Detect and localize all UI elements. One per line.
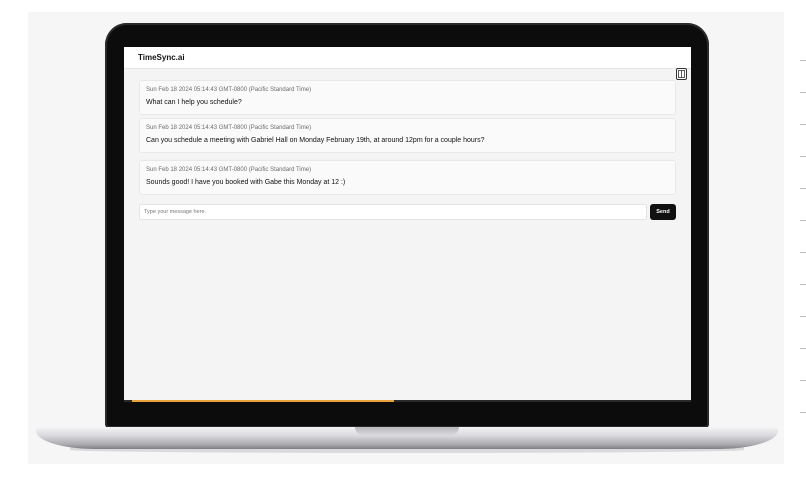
message-timestamp: Sun Feb 18 2024 05:14:43 GMT-0800 (Pacif… [146,125,312,131]
message-item: Sun Feb 18 2024 05:14:43 GMT-0800 (Pacif… [139,118,676,153]
message-timestamp: Sun Feb 18 2024 05:14:43 GMT-0800 (Pacif… [146,167,312,173]
message-text: Can you schedule a meeting with Gabriel … [146,137,485,144]
message-text: What can I help you schedule? [146,99,242,106]
progress-indicator [132,400,394,402]
edge-marks [800,60,806,440]
message-input[interactable] [139,204,647,220]
app-header: TimeSync.ai [124,47,691,69]
send-button[interactable]: Send [650,204,676,220]
message-timestamp: Sun Feb 18 2024 05:14:43 GMT-0800 (Pacif… [146,87,312,93]
app-title: TimeSync.ai [138,53,185,62]
message-item: Sun Feb 18 2024 05:14:43 GMT-0800 (Pacif… [139,80,676,115]
laptop-notch [355,427,459,435]
message-text: Sounds good! I have you booked with Gabe… [146,179,346,186]
sidebar-toggle-button[interactable] [676,68,687,80]
message-composer: Send [139,204,676,220]
message-item: Sun Feb 18 2024 05:14:43 GMT-0800 (Pacif… [139,160,676,195]
sidebar-toggle-icon [678,70,685,78]
app-screen: TimeSync.ai Sun Feb 18 2024 05:14:43 GMT… [124,47,691,402]
